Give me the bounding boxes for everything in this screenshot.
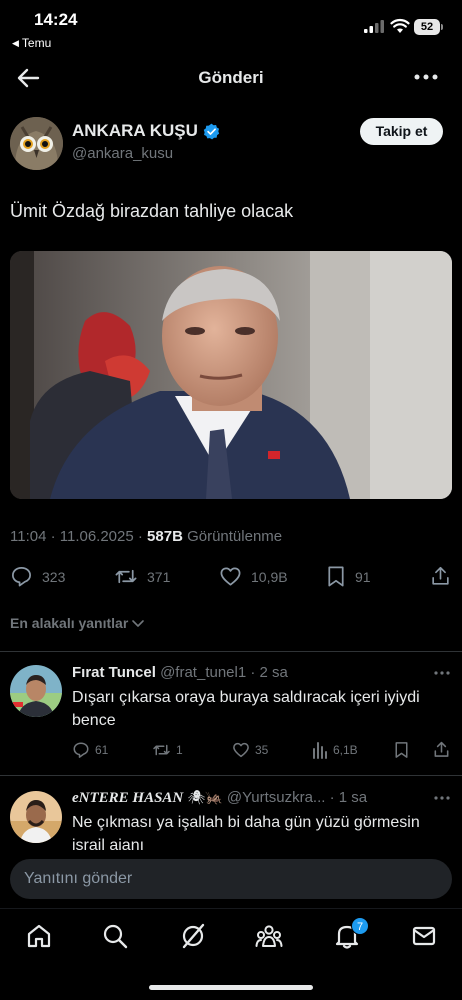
user-photo-image	[10, 665, 62, 717]
retweet-icon	[153, 744, 170, 756]
bookmark-icon	[328, 566, 344, 587]
tweet-text: Ümit Özdağ birazdan tahliye olacak	[10, 201, 294, 221]
tweet-timestamp-views: 11:04 · 11.06.2025 · 587B Görüntülenme	[10, 528, 282, 545]
divider	[0, 651, 462, 652]
tweet-photo[interactable]	[10, 251, 452, 499]
heart-icon	[233, 742, 249, 758]
heart-icon	[220, 567, 241, 586]
retweet-count: 371	[147, 568, 171, 585]
reply-retweet-count: 1	[176, 743, 183, 757]
back-triangle-icon: ◀	[12, 37, 19, 48]
sort-label: En alakalı yanıtlar	[10, 615, 129, 631]
search-icon[interactable]	[101, 922, 129, 950]
wifi-icon	[390, 18, 410, 33]
tweet-timestamp: 11:04 · 11.06.2025 ·	[10, 528, 148, 545]
retweet-icon	[115, 569, 137, 584]
more-options-icon[interactable]	[414, 72, 438, 82]
reply-avatar[interactable]	[10, 665, 62, 717]
reply-avatar[interactable]	[10, 791, 62, 843]
reply-icon	[12, 567, 31, 587]
owl-avatar-image	[10, 117, 63, 170]
views-chart-icon	[313, 742, 327, 759]
reply-action[interactable]: 323	[10, 565, 65, 588]
reply-views-count: 6,1B	[333, 743, 358, 757]
reply-reply-action[interactable]: 61	[72, 741, 108, 759]
reply-reply-count: 61	[95, 743, 109, 757]
reply-icon	[73, 742, 89, 758]
back-to-app-link[interactable]: ◀ Temu	[12, 36, 51, 50]
reply-header: Fırat Tuncel @frat_tunel1 · 2 sa	[72, 664, 432, 681]
messages-envelope-icon[interactable]	[410, 922, 438, 950]
reply-author-name[interactable]: eNTERE HASAN	[72, 790, 183, 806]
bookmark-count: 91	[355, 568, 371, 585]
author-name-row[interactable]: ANKARA KUŞU	[72, 121, 220, 141]
views-count: 587B	[147, 528, 183, 545]
reply-author-meta: @Yurtsuzkra... · 1 sa	[222, 789, 368, 806]
communities-icon[interactable]	[255, 922, 283, 950]
reply-text: Dışarı çıkarsa oraya buraya saldıracak i…	[72, 689, 420, 729]
share-icon[interactable]	[430, 565, 451, 587]
status-time: 14:24	[34, 10, 78, 29]
reply-author-name[interactable]: Fırat Tuncel	[72, 664, 156, 681]
page-title: Gönderi	[198, 68, 264, 87]
more-options-icon[interactable]	[434, 795, 450, 801]
verified-badge-icon	[203, 123, 220, 139]
cellular-signal-icon	[364, 20, 384, 33]
bookmark-action[interactable]: 91	[326, 565, 371, 588]
reply-like-count: 35	[255, 743, 269, 757]
views-label: Görüntülenme	[182, 528, 283, 545]
divider	[0, 775, 462, 776]
follow-button[interactable]: Takip et	[360, 118, 443, 145]
reply-count: 323	[42, 568, 66, 585]
reply-header: eNTERE HASAN 🕷🦗 @Yurtsuzkra... · 1 sa	[72, 789, 432, 807]
reply-retweet-action[interactable]: 1	[152, 741, 183, 759]
battery-tip	[441, 24, 443, 30]
like-action[interactable]: 10,9B	[219, 565, 288, 588]
reply-input[interactable]	[10, 859, 452, 899]
chevron-down-icon	[132, 620, 145, 627]
author-name[interactable]: ANKARA KUŞU	[72, 121, 198, 141]
like-count: 10,9B	[251, 568, 288, 585]
back-app-label: Temu	[21, 36, 52, 50]
user-photo-image	[10, 791, 62, 843]
reply-author-meta: @frat_tunel1 · 2 sa	[155, 664, 288, 681]
home-icon[interactable]	[25, 922, 53, 950]
notification-badge: 7	[351, 917, 369, 935]
home-indicator[interactable]	[149, 985, 313, 990]
share-icon[interactable]	[433, 740, 450, 759]
reply-views-action[interactable]: 6,1B	[312, 741, 358, 759]
bookmark-icon[interactable]	[394, 741, 409, 759]
retweet-action[interactable]: 371	[114, 565, 170, 588]
replies-sort-dropdown[interactable]: En alakalı yanıtlar	[10, 615, 145, 631]
portrait-photo-image	[10, 251, 452, 499]
grok-icon[interactable]	[179, 922, 207, 950]
reply-author-emoji: 🕷🦗	[187, 789, 223, 805]
battery-level: 52	[414, 19, 440, 35]
more-options-icon[interactable]	[434, 670, 450, 676]
reply-like-action[interactable]: 35	[232, 741, 268, 759]
author-avatar[interactable]	[10, 117, 63, 170]
author-handle[interactable]: @ankara_kusu	[72, 145, 173, 162]
